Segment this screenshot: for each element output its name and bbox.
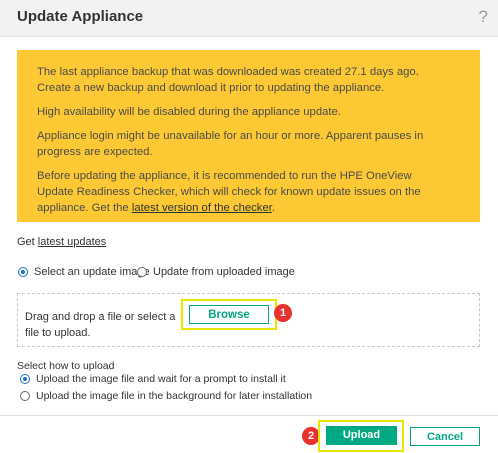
- cancel-button[interactable]: Cancel: [410, 427, 480, 446]
- footer-divider: [0, 415, 498, 416]
- upload-button[interactable]: Upload: [326, 426, 397, 445]
- help-icon[interactable]: ?: [479, 7, 488, 27]
- browse-button[interactable]: Browse: [189, 305, 269, 324]
- warning-ha-text: High availability will be disabled durin…: [37, 106, 341, 118]
- warning-banner: The last appliance backup that was downl…: [17, 50, 480, 222]
- dialog-header: Update Appliance ?: [0, 0, 498, 37]
- radio-upload-wait[interactable]: Upload the image file and wait for a pro…: [20, 373, 286, 385]
- warning-login-text: Appliance login might be unavailable for…: [37, 130, 424, 158]
- dropzone-text: Drag and drop a file or select a file to…: [25, 311, 176, 339]
- radio-button[interactable]: [20, 391, 30, 401]
- latest-updates-link[interactable]: latest updates: [38, 236, 107, 248]
- radio-button-selected[interactable]: [20, 374, 30, 384]
- warning-checker-suffix: .: [271, 202, 276, 214]
- browse-highlight-box: Browse: [181, 299, 277, 330]
- radio-select-update-image[interactable]: Select an update image: [18, 266, 150, 278]
- file-dropzone[interactable]: Drag and drop a file or select a file to…: [17, 293, 480, 347]
- get-updates: Get latest updates: [17, 236, 106, 248]
- get-updates-prefix: Get: [17, 236, 38, 248]
- radio-label: Upload the image file and wait for a pro…: [36, 373, 286, 385]
- checker-link[interactable]: latest version of the checker: [132, 202, 272, 214]
- warning-checker-text: Before updating the appliance, it is rec…: [37, 168, 440, 216]
- radio-button[interactable]: [137, 267, 147, 277]
- radio-update-from-uploaded[interactable]: Update from uploaded image: [137, 266, 295, 278]
- radio-label: Select an update image: [34, 266, 150, 278]
- update-appliance-dialog: Update Appliance ? The last appliance ba…: [0, 0, 498, 453]
- upload-howto-label: Select how to upload: [17, 360, 115, 372]
- radio-button-selected[interactable]: [18, 267, 28, 277]
- warning-backup-text: The last appliance backup that was downl…: [37, 66, 419, 94]
- radio-label: Upload the image file in the background …: [36, 390, 313, 402]
- dialog-title: Update Appliance: [17, 8, 144, 25]
- radio-upload-background[interactable]: Upload the image file in the background …: [20, 390, 312, 402]
- step-badge-1: 1: [274, 304, 292, 322]
- upload-highlight-box: Upload: [318, 420, 404, 452]
- radio-label: Update from uploaded image: [153, 266, 295, 278]
